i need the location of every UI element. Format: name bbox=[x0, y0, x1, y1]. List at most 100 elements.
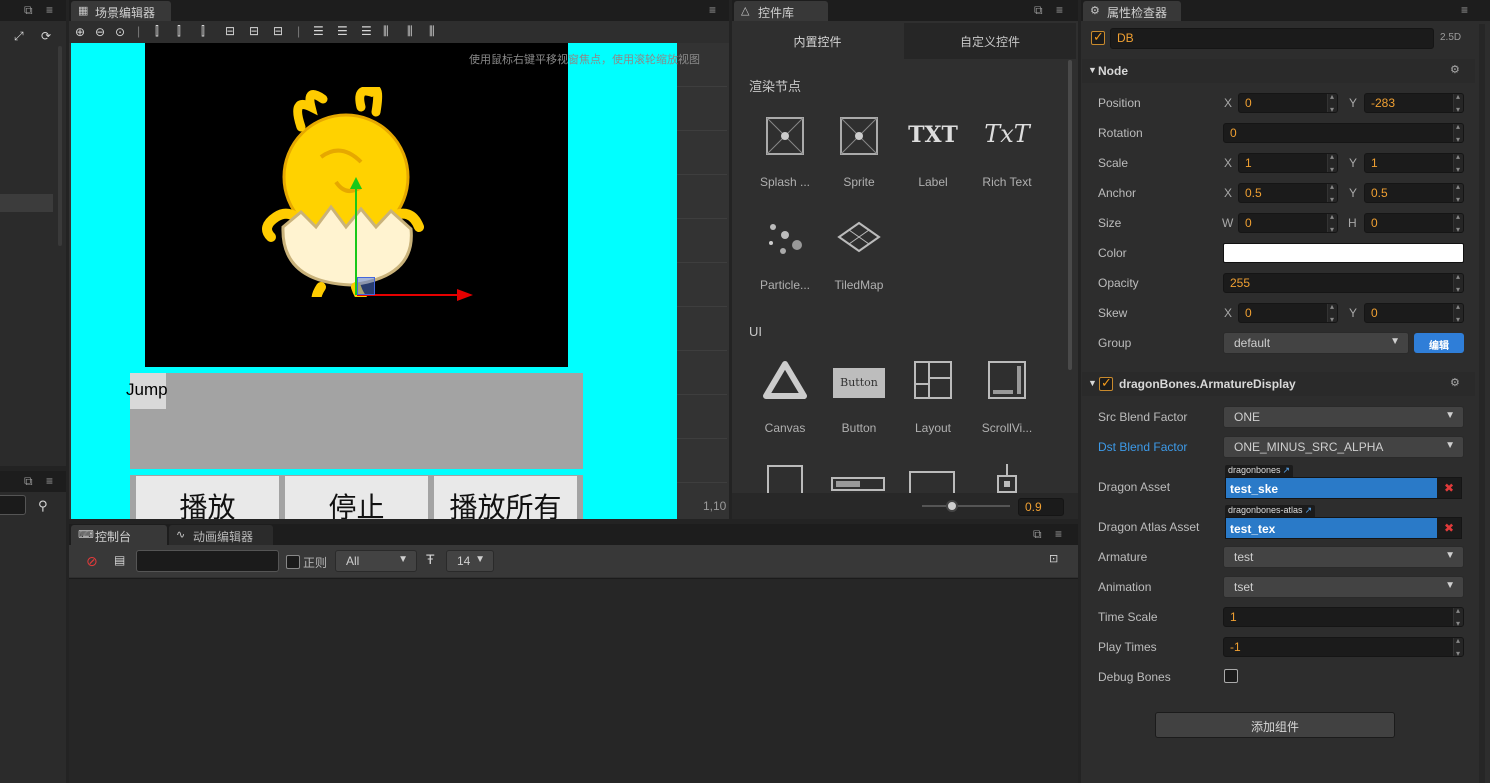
menu-icon[interactable]: ≡ bbox=[709, 3, 716, 17]
stepper-icon[interactable] bbox=[1327, 154, 1337, 172]
widget-button[interactable]: Button Button bbox=[829, 358, 889, 438]
animation-select[interactable]: tset ▼ bbox=[1223, 576, 1464, 598]
timescale-input[interactable]: 1 bbox=[1223, 607, 1464, 627]
stepper-icon[interactable] bbox=[1327, 304, 1337, 322]
distribute-left-icon[interactable]: ⫼ bbox=[383, 24, 389, 39]
float-icon[interactable]: ⧉ bbox=[24, 3, 33, 18]
font-size-icon[interactable]: Ŧ bbox=[426, 551, 435, 567]
widget-sprite[interactable]: Sprite bbox=[829, 112, 889, 192]
editbox-icon[interactable] bbox=[906, 468, 956, 494]
float-icon[interactable]: ⧉ bbox=[1034, 3, 1043, 18]
stepper-icon[interactable] bbox=[1453, 304, 1463, 322]
color-swatch[interactable] bbox=[1223, 243, 1464, 263]
src-blend-select[interactable]: ONE ▼ bbox=[1223, 406, 1464, 428]
dst-blend-select[interactable]: ONE_MINUS_SRC_ALPHA ▼ bbox=[1223, 436, 1464, 458]
play-all-button[interactable]: 播放所有 bbox=[434, 476, 577, 519]
gizmo-center-handle[interactable] bbox=[357, 277, 375, 295]
position-x-input[interactable]: 0 bbox=[1238, 93, 1338, 113]
zoom-value[interactable]: 0.9 bbox=[1018, 498, 1064, 516]
widget-label-node[interactable]: TXT Label bbox=[903, 112, 963, 192]
widget-particle[interactable]: Particle... bbox=[755, 215, 815, 295]
widget-canvas[interactable]: Canvas bbox=[755, 358, 815, 438]
group-select[interactable]: default ▼ bbox=[1223, 332, 1409, 354]
scale-y-input[interactable]: 1 bbox=[1364, 153, 1464, 173]
stepper-icon[interactable] bbox=[1453, 608, 1463, 626]
armature-select[interactable]: test ▼ bbox=[1223, 546, 1464, 568]
tab-scene-editor[interactable]: ▦ 场景编辑器 bbox=[71, 1, 171, 21]
distribute-right-icon[interactable]: ⫼ bbox=[429, 24, 435, 39]
filter-input[interactable] bbox=[136, 550, 279, 572]
distribute-vcenter-icon[interactable]: ☰ bbox=[337, 24, 348, 38]
subtab-builtin[interactable]: 内置控件 bbox=[732, 23, 903, 59]
stop-button[interactable]: 停止 bbox=[285, 476, 428, 519]
skew-x-input[interactable]: 0 bbox=[1238, 303, 1338, 323]
gizmo-x-arrow[interactable] bbox=[457, 289, 473, 301]
menu-icon[interactable]: ≡ bbox=[46, 474, 53, 488]
subtab-custom[interactable]: 自定义控件 bbox=[904, 23, 1076, 59]
stepper-icon[interactable] bbox=[1453, 274, 1463, 292]
scrollbar[interactable] bbox=[58, 46, 62, 246]
stepper-icon[interactable] bbox=[1453, 184, 1463, 202]
align-right-icon[interactable]: ⫿ bbox=[201, 24, 205, 39]
menu-icon[interactable]: ≡ bbox=[1055, 527, 1062, 541]
jump-panel[interactable] bbox=[130, 373, 583, 469]
align-bottom-icon[interactable]: ⊟ bbox=[273, 24, 283, 38]
toggle-icon[interactable] bbox=[994, 462, 1020, 494]
align-top-icon[interactable]: ⊟ bbox=[225, 24, 235, 38]
component-enabled-checkbox[interactable] bbox=[1099, 375, 1113, 391]
selected-row[interactable] bbox=[0, 194, 53, 212]
node-section-header[interactable]: ▼ Node ⚙ bbox=[1082, 59, 1475, 83]
anchor-y-input[interactable]: 0.5 bbox=[1364, 183, 1464, 203]
gear-icon[interactable]: ⚙ bbox=[1450, 376, 1460, 389]
clear-asset-icon[interactable]: ✖ bbox=[1437, 518, 1461, 538]
zoom-reset-icon[interactable]: ⊙ bbox=[115, 25, 125, 39]
anchor-x-input[interactable]: 0.5 bbox=[1238, 183, 1338, 203]
zoom-in-icon[interactable]: ⊕ bbox=[75, 25, 85, 39]
atlas-asset-field[interactable]: test_tex ✖ bbox=[1225, 517, 1462, 539]
external-link-icon[interactable]: ↗ bbox=[1305, 505, 1313, 515]
clear-asset-icon[interactable]: ✖ bbox=[1437, 478, 1461, 498]
float-icon[interactable]: ⧉ bbox=[1033, 527, 1042, 542]
tab-inspector[interactable]: ⚙ 属性检查器 bbox=[1083, 1, 1181, 21]
slider-icon[interactable] bbox=[830, 474, 888, 494]
skew-y-input[interactable]: 0 bbox=[1364, 303, 1464, 323]
stepper-icon[interactable] bbox=[1327, 94, 1337, 112]
menu-icon[interactable]: ≡ bbox=[1461, 3, 1468, 17]
opacity-input[interactable]: 255 bbox=[1223, 273, 1464, 293]
tab-widget-library[interactable]: △ 控件库 bbox=[734, 1, 828, 21]
widget-splash[interactable]: Splash ... bbox=[755, 112, 815, 192]
zoom-slider-track[interactable] bbox=[922, 505, 1010, 507]
widget-layout[interactable]: Layout bbox=[903, 358, 963, 438]
stepper-icon[interactable] bbox=[1453, 214, 1463, 232]
widget-scrollview[interactable]: ScrollVi... bbox=[977, 358, 1037, 438]
debug-bones-checkbox[interactable] bbox=[1224, 669, 1238, 683]
console-log-area[interactable] bbox=[69, 578, 1078, 783]
stepper-icon[interactable] bbox=[1327, 184, 1337, 202]
clear-icon[interactable]: ⊘ bbox=[86, 553, 98, 570]
node-name-input[interactable]: DB bbox=[1110, 28, 1434, 49]
widget-scrollbar[interactable] bbox=[1068, 60, 1072, 370]
zoom-out-icon[interactable]: ⊖ bbox=[95, 25, 105, 39]
node-active-checkbox[interactable] bbox=[1091, 29, 1105, 45]
menu-icon[interactable]: ≡ bbox=[1056, 3, 1063, 17]
search-icon[interactable]: ⚲ bbox=[38, 498, 48, 514]
collapse-icon[interactable]: ⊡ bbox=[1049, 552, 1058, 565]
stepper-icon[interactable] bbox=[1453, 154, 1463, 172]
align-left-icon[interactable]: ⫿ bbox=[155, 24, 159, 39]
rotation-input[interactable]: 0 bbox=[1223, 123, 1464, 143]
align-vcenter-icon[interactable]: ⊟ bbox=[249, 24, 259, 38]
open-log-icon[interactable]: ▤ bbox=[114, 553, 125, 567]
scale-x-input[interactable]: 1 bbox=[1238, 153, 1338, 173]
position-y-input[interactable]: -283 bbox=[1364, 93, 1464, 113]
widget-tiledmap[interactable]: TiledMap bbox=[829, 215, 889, 295]
regex-checkbox[interactable] bbox=[286, 555, 300, 569]
distribute-top-icon[interactable]: ☰ bbox=[313, 24, 324, 38]
stepper-icon[interactable] bbox=[1453, 638, 1463, 656]
menu-icon[interactable]: ≡ bbox=[46, 3, 53, 17]
size-w-input[interactable]: 0 bbox=[1238, 213, 1338, 233]
dragonbones-character[interactable] bbox=[261, 87, 431, 297]
group-edit-button[interactable]: 编辑 bbox=[1414, 333, 1464, 353]
tab-animation-editor[interactable]: ∿ 动画编辑器 bbox=[169, 525, 273, 545]
level-select[interactable]: All ▼ bbox=[335, 550, 417, 572]
add-component-button[interactable]: 添加组件 bbox=[1155, 712, 1395, 738]
